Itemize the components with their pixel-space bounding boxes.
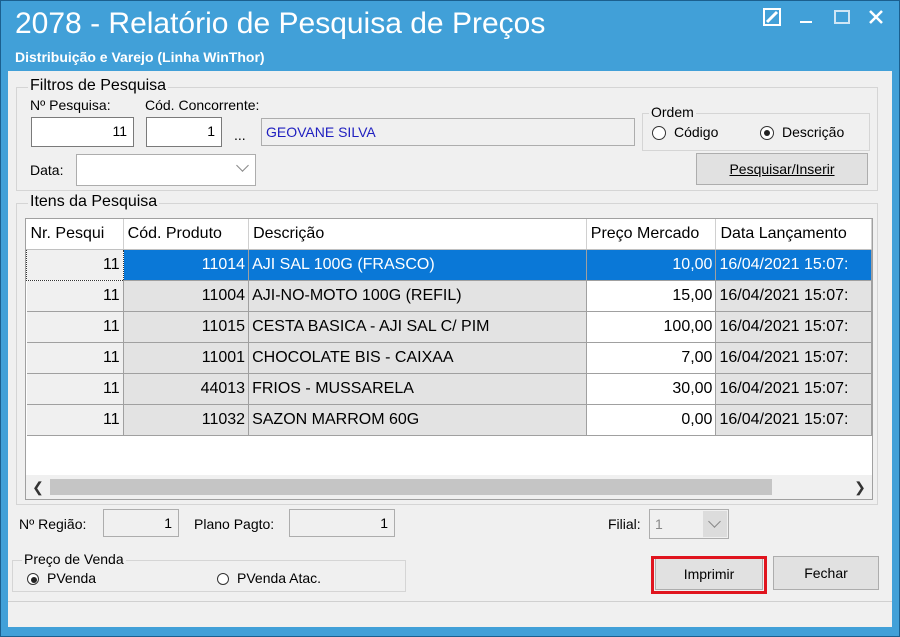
- main-window: 2078 - Relatório de Pesquisa de Preços D…: [0, 0, 900, 637]
- order-code-label: Código: [674, 124, 719, 140]
- table-header-row: Nr. Pesqui Cód. Produto Descrição Preço …: [26, 219, 872, 250]
- competitor-name-field: GEOVANE SILVA: [261, 118, 635, 146]
- pvenda-label: PVenda: [47, 570, 97, 586]
- search-insert-button[interactable]: Pesquisar/Inserir: [696, 153, 868, 185]
- close-icon[interactable]: [861, 7, 891, 33]
- chevron-left-icon[interactable]: ❮: [26, 475, 50, 499]
- cell-description: AJI-NO-MOTO 100G (REFIL): [248, 280, 587, 312]
- cell-product-code: 44013: [123, 373, 250, 405]
- col-header-product-code[interactable]: Cód. Produto: [123, 219, 250, 250]
- cell-product-code: 11015: [123, 311, 250, 343]
- order-description-label: Descrição: [782, 124, 845, 140]
- table-row[interactable]: 11 44013 FRIOS - MUSSARELA 30,00 16/04/2…: [26, 373, 872, 405]
- items-table: Nr. Pesqui Cód. Produto Descrição Preço …: [25, 218, 873, 500]
- col-header-launch-date[interactable]: Data Lançamento: [715, 219, 872, 250]
- competitor-lookup-button[interactable]: ...: [234, 127, 246, 143]
- cell-launch-date: 16/04/2021 15:07:: [715, 373, 872, 405]
- table-row[interactable]: 11 11014 AJI SAL 100G (FRASCO) 10,00 16/…: [26, 249, 872, 281]
- window-title: 2078 - Relatório de Pesquisa de Preços: [15, 7, 546, 40]
- cell-market-price: 0,00: [586, 404, 717, 436]
- maximize-icon[interactable]: [827, 7, 857, 33]
- cell-description: FRIOS - MUSSARELA: [248, 373, 587, 405]
- search-number-field[interactable]: 11: [31, 117, 134, 147]
- branch-select[interactable]: 1: [649, 509, 729, 539]
- cell-product-code: 11001: [123, 342, 250, 374]
- region-field[interactable]: 1: [103, 509, 179, 537]
- date-label: Data:: [30, 162, 64, 178]
- title-bar: 2078 - Relatório de Pesquisa de Preços D…: [1, 1, 899, 69]
- cell-launch-date: 16/04/2021 15:07:: [715, 249, 872, 281]
- region-label: Nº Região:: [19, 516, 87, 532]
- order-description-radio[interactable]: [760, 126, 774, 140]
- branch-value: 1: [655, 516, 663, 532]
- col-header-market-price[interactable]: Preço Mercado: [586, 219, 717, 250]
- competitor-code-field[interactable]: 1: [146, 117, 222, 147]
- cell-market-price: 30,00: [586, 373, 717, 405]
- cell-market-price: 7,00: [586, 342, 717, 374]
- items-legend: Itens da Pesquisa: [28, 193, 160, 211]
- cell-description: CHOCOLATE BIS - CAIXAA: [248, 342, 587, 374]
- print-highlight-box: [651, 556, 767, 594]
- branch-label: Filial:: [608, 516, 641, 532]
- scrollbar-thumb[interactable]: [50, 479, 772, 495]
- client-area: Filtros de Pesquisa Nº Pesquisa: 11 Cód.…: [8, 71, 892, 627]
- filters-legend: Filtros de Pesquisa: [28, 77, 169, 95]
- horizontal-scrollbar[interactable]: ❮ ❯: [26, 475, 872, 499]
- sale-price-legend: Preço de Venda: [22, 551, 126, 567]
- minimize-icon[interactable]: [791, 7, 821, 33]
- cell-launch-date: 16/04/2021 15:07:: [715, 280, 872, 312]
- pvenda-atac-label: PVenda Atac.: [237, 570, 322, 586]
- chevron-right-icon[interactable]: ❯: [848, 475, 872, 499]
- col-header-description[interactable]: Descrição: [248, 219, 587, 250]
- cell-market-price: 10,00: [586, 249, 717, 281]
- cell-description: CESTA BASICA - AJI SAL C/ PIM: [248, 311, 587, 343]
- cell-search-number: 11: [26, 342, 124, 374]
- status-bar: [8, 601, 892, 627]
- cell-search-number: 11: [26, 373, 124, 405]
- chevron-down-icon: [708, 515, 721, 528]
- cell-description: AJI SAL 100G (FRASCO): [248, 249, 587, 281]
- search-number-label: Nº Pesquisa:: [30, 97, 111, 113]
- window-subtitle: Distribuição e Varejo (Linha WinThor): [15, 49, 265, 65]
- cell-product-code: 11032: [123, 404, 250, 436]
- payment-plan-label: Plano Pagto:: [194, 516, 275, 532]
- pvenda-radio[interactable]: [27, 573, 39, 585]
- cell-launch-date: 16/04/2021 15:07:: [715, 342, 872, 374]
- order-legend: Ordem: [649, 104, 696, 120]
- payment-plan-field[interactable]: 1: [289, 509, 395, 537]
- cell-search-number: 11: [26, 249, 124, 281]
- cell-product-code: 11004: [123, 280, 250, 312]
- restore-icon[interactable]: [757, 7, 787, 33]
- cell-search-number: 11: [26, 311, 124, 343]
- cell-launch-date: 16/04/2021 15:07:: [715, 404, 872, 436]
- table-row[interactable]: 11 11004 AJI-NO-MOTO 100G (REFIL) 15,00 …: [26, 280, 872, 312]
- cell-market-price: 100,00: [586, 311, 717, 343]
- cell-launch-date: 16/04/2021 15:07:: [715, 311, 872, 343]
- order-code-radio[interactable]: [652, 126, 666, 140]
- chevron-down-icon: [236, 159, 249, 172]
- close-button[interactable]: Fechar: [773, 556, 879, 590]
- pvenda-atac-radio[interactable]: [217, 573, 229, 585]
- branch-dropdown-button[interactable]: [703, 511, 727, 537]
- cell-market-price: 15,00: [586, 280, 717, 312]
- cell-product-code: 11014: [123, 249, 250, 281]
- cell-search-number: 11: [26, 404, 124, 436]
- date-picker[interactable]: [76, 154, 256, 186]
- cell-search-number: 11: [26, 280, 124, 312]
- cell-description: SAZON MARROM 60G: [248, 404, 587, 436]
- competitor-code-label: Cód. Concorrente:: [145, 97, 260, 113]
- table-row[interactable]: 11 11032 SAZON MARROM 60G 0,00 16/04/202…: [26, 404, 872, 436]
- col-header-search-number[interactable]: Nr. Pesqui: [26, 219, 124, 250]
- table-row[interactable]: 11 11015 CESTA BASICA - AJI SAL C/ PIM 1…: [26, 311, 872, 343]
- table-row[interactable]: 11 11001 CHOCOLATE BIS - CAIXAA 7,00 16/…: [26, 342, 872, 374]
